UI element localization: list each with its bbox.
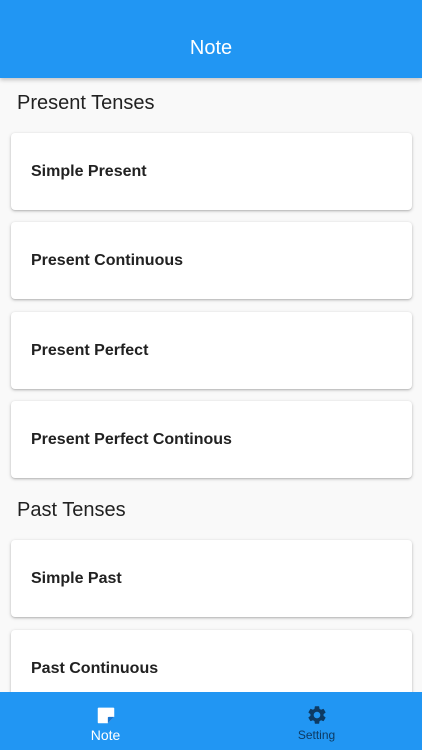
list-item-simple-past[interactable]: Simple Past [11, 540, 412, 617]
nav-item-note[interactable]: Note [0, 692, 211, 750]
note-icon [97, 707, 114, 724]
list-item-simple-present[interactable]: Simple Present [11, 133, 412, 210]
page-title: Note [189, 37, 233, 59]
app-screen: Note Present Tenses Simple Present Prese… [0, 0, 422, 750]
list-item-present-perfect[interactable]: Present Perfect [11, 312, 412, 389]
tense-list[interactable]: Present Tenses Simple Present Present Co… [0, 78, 422, 692]
nav-item-setting[interactable]: Setting [211, 692, 422, 750]
list-item-label: Simple Present [31, 163, 147, 180]
list-item-past-continuous[interactable]: Past Continuous [11, 630, 412, 692]
list-item-label: Past Continuous [31, 660, 159, 677]
nav-label-setting: Setting [297, 728, 336, 742]
list-item-label: Present Perfect Continous [31, 431, 232, 448]
gear-icon [307, 706, 326, 724]
list-item-present-perfect-continous[interactable]: Present Perfect Continous [11, 401, 412, 478]
section-header-present: Present Tenses [17, 92, 155, 114]
list-item-present-continuous[interactable]: Present Continuous [11, 222, 412, 299]
list-item-label: Present Continuous [31, 252, 184, 269]
bottom-navigation: Note Setting [0, 692, 422, 750]
list-item-label: Simple Past [31, 570, 122, 587]
section-header-past: Past Tenses [17, 499, 126, 521]
list-item-label: Present Perfect [31, 342, 149, 359]
app-bar: Note [0, 0, 422, 78]
nav-label-note: Note [90, 727, 121, 743]
